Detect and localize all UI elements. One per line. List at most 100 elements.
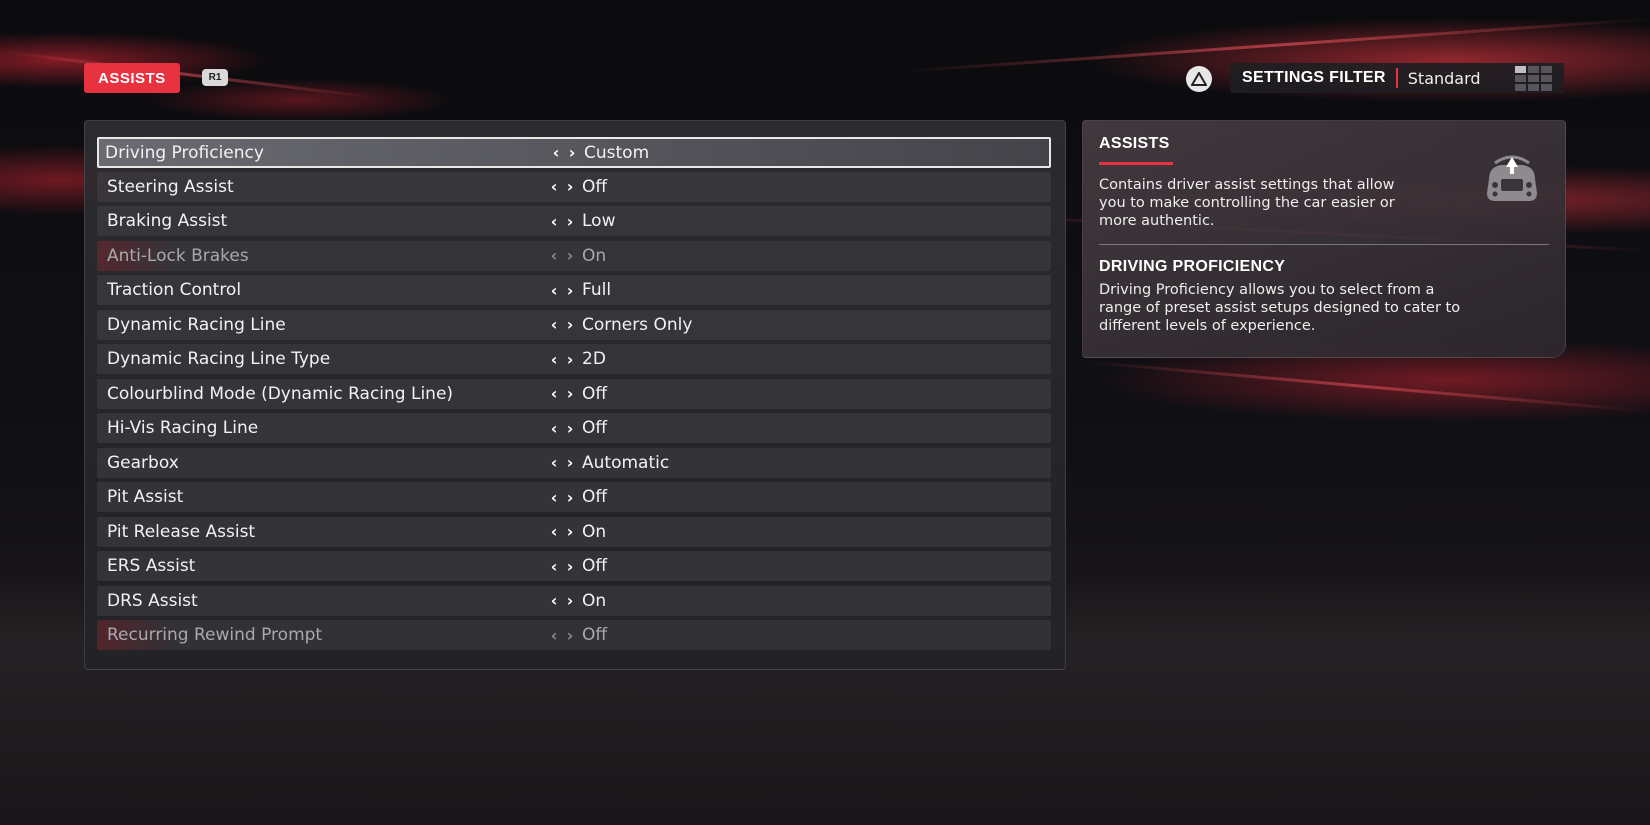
chevron-right-icon[interactable]: › <box>565 143 579 162</box>
chevron-left-icon[interactable]: ‹ <box>547 177 561 196</box>
value-arrows: ‹ › <box>547 177 577 196</box>
setting-row[interactable]: Gearbox ‹ › Automatic <box>97 447 1051 478</box>
chevron-left-icon[interactable]: ‹ <box>547 557 561 576</box>
chevron-right-icon[interactable]: › <box>563 626 577 645</box>
value-arrows: ‹ › <box>547 384 577 403</box>
chevron-right-icon[interactable]: › <box>563 522 577 541</box>
setting-value: 2D <box>582 349 606 369</box>
setting-value: Corners Only <box>582 314 693 335</box>
setting-row[interactable]: Traction Control ‹ › Full <box>97 275 1051 305</box>
setting-row[interactable]: Pit Release Assist ‹ › On <box>97 516 1051 547</box>
triangle-button-icon[interactable] <box>1186 66 1212 92</box>
settings-filter[interactable]: SETTINGS FILTER Standard <box>1230 63 1564 93</box>
chevron-right-icon[interactable]: › <box>563 453 577 472</box>
setting-value: Off <box>582 487 608 507</box>
chevron-right-icon[interactable]: › <box>563 591 577 610</box>
setting-label: Pit Assist <box>107 487 184 507</box>
chevron-left-icon[interactable]: ‹ <box>547 522 561 541</box>
value-arrows: ‹ › <box>547 522 577 541</box>
r1-button-hint: R1 <box>202 69 228 86</box>
info-section-title: ASSISTS <box>1099 135 1170 152</box>
chevron-left-icon[interactable]: ‹ <box>547 212 561 231</box>
steering-wheel-icon <box>1487 155 1537 201</box>
value-arrows: ‹ › <box>547 281 577 300</box>
chevron-left-icon[interactable]: ‹ <box>547 384 561 403</box>
chevron-right-icon[interactable]: › <box>563 246 577 265</box>
chevron-left-icon[interactable]: ‹ <box>547 419 561 438</box>
setting-row[interactable]: Anti-Lock Brakes ‹ › On <box>97 240 1051 271</box>
setting-label: ERS Assist <box>107 556 196 576</box>
value-arrows: ‹ › <box>547 626 577 645</box>
setting-value: Full <box>582 280 612 300</box>
chevron-left-icon[interactable]: ‹ <box>547 488 561 507</box>
setting-label: Dynamic Racing Line Type <box>107 349 331 369</box>
setting-label: Recurring Rewind Prompt <box>107 625 323 645</box>
info-item-text: Driving Proficiency allows you to select… <box>1099 282 1435 298</box>
chevron-left-icon[interactable]: ‹ <box>547 315 561 334</box>
chevron-right-icon[interactable]: › <box>563 350 577 369</box>
filter-divider <box>1395 68 1398 88</box>
value-arrows: ‹ › <box>547 591 577 610</box>
settings-filter-value: Standard <box>1407 68 1481 88</box>
setting-label: Hi-Vis Racing Line <box>107 418 259 438</box>
chevron-left-icon[interactable]: ‹ <box>547 350 561 369</box>
value-arrows: ‹ › <box>549 143 579 162</box>
assists-settings-list: Driving Proficiency ‹ › Custom Steering Assi… <box>84 120 1066 670</box>
setting-value: Off <box>582 383 608 404</box>
chevron-left-icon[interactable]: ‹ <box>547 453 561 472</box>
setting-row[interactable]: Recurring Rewind Prompt ‹ › Off <box>97 620 1051 650</box>
setting-row[interactable]: Dynamic Racing Line ‹ › Corners Only <box>97 309 1051 340</box>
setting-value: Off <box>582 625 608 645</box>
setting-value: On <box>582 590 607 611</box>
chevron-right-icon[interactable]: › <box>563 315 577 334</box>
chevron-right-icon[interactable]: › <box>563 419 577 438</box>
chevron-right-icon[interactable]: › <box>563 177 577 196</box>
chevron-right-icon[interactable]: › <box>563 281 577 300</box>
setting-label: DRS Assist <box>107 590 198 611</box>
chevron-left-icon[interactable]: ‹ <box>547 626 561 645</box>
setting-row[interactable]: Hi-Vis Racing Line ‹ › Off <box>97 413 1051 443</box>
setting-row[interactable]: Pit Assist ‹ › Off <box>97 482 1051 512</box>
chevron-left-icon[interactable]: ‹ <box>547 281 561 300</box>
tab-assists-label: ASSISTS <box>98 69 166 87</box>
chevron-left-icon[interactable]: ‹ <box>547 591 561 610</box>
setting-label: Steering Assist <box>107 176 234 197</box>
setting-label: Driving Proficiency <box>105 142 264 163</box>
setting-row[interactable]: ERS Assist ‹ › Off <box>97 551 1051 581</box>
value-arrows: ‹ › <box>547 453 577 472</box>
value-arrows: ‹ › <box>547 419 577 438</box>
setting-label: Colourblind Mode (Dynamic Racing Line) <box>107 383 454 404</box>
filter-grid-icon <box>1515 66 1552 91</box>
setting-row[interactable]: Dynamic Racing Line Type ‹ › 2D <box>97 344 1051 374</box>
value-arrows: ‹ › <box>547 488 577 507</box>
info-panel: ASSISTS Contains driver assist settings … <box>1082 120 1566 358</box>
setting-row[interactable]: Steering Assist ‹ › Off <box>97 171 1051 202</box>
setting-value: On <box>582 521 607 542</box>
setting-label: Gearbox <box>107 452 179 473</box>
setting-row[interactable]: DRS Assist ‹ › On <box>97 585 1051 616</box>
setting-row[interactable]: Colourblind Mode (Dynamic Racing Line) ‹ ›… <box>97 378 1051 409</box>
chevron-right-icon[interactable]: › <box>563 384 577 403</box>
value-arrows: ‹ › <box>547 212 577 231</box>
setting-value: Custom <box>584 142 650 163</box>
info-section-text: Contains driver assist settings that all… <box>1099 177 1395 193</box>
setting-value: Off <box>582 418 608 438</box>
chevron-right-icon[interactable]: › <box>563 212 577 231</box>
info-section-text: more authentic. <box>1099 213 1215 229</box>
setting-value: Automatic <box>582 452 670 473</box>
setting-row[interactable]: Braking Assist ‹ › Low <box>97 206 1051 236</box>
chevron-right-icon[interactable]: › <box>563 557 577 576</box>
setting-value: On <box>582 245 607 266</box>
info-divider <box>1099 244 1549 245</box>
setting-value: Off <box>582 176 608 197</box>
tab-assists[interactable]: ASSISTS <box>84 63 180 93</box>
chevron-right-icon[interactable]: › <box>563 488 577 507</box>
setting-label: Anti-Lock Brakes <box>107 245 249 266</box>
settings-filter-label: SETTINGS FILTER <box>1242 69 1386 86</box>
setting-row[interactable]: Driving Proficiency ‹ › Custom <box>97 137 1051 168</box>
info-item-title: DRIVING PROFICIENCY <box>1099 258 1286 275</box>
chevron-left-icon[interactable]: ‹ <box>549 143 563 162</box>
chevron-left-icon[interactable]: ‹ <box>547 246 561 265</box>
value-arrows: ‹ › <box>547 557 577 576</box>
info-section-text: you to make controlling the car easier o… <box>1099 195 1395 211</box>
